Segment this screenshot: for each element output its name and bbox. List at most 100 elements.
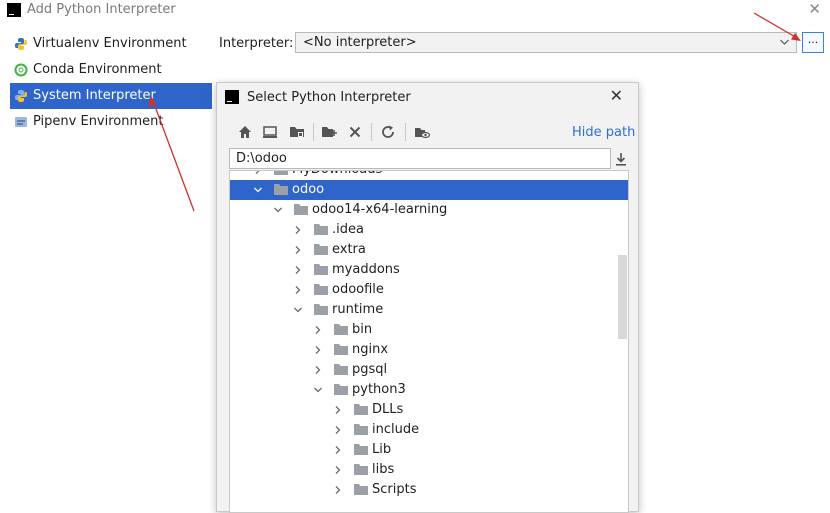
tree-row[interactable]: odoo14-x64-learning <box>230 200 628 220</box>
chevron-right-icon[interactable] <box>294 286 302 294</box>
file-tree[interactable]: MyDownloads odoo odoo14-x64-learning .idea e… <box>229 170 629 513</box>
dialog-title: Select Python Interpreter <box>247 90 411 105</box>
folder-icon <box>274 171 288 175</box>
chevron-right-icon[interactable] <box>334 486 342 494</box>
folder-icon <box>334 384 348 395</box>
chevron-down-icon[interactable] <box>274 206 282 214</box>
file-chooser-toolbar <box>237 121 627 145</box>
tree-row-label: MyDownloads <box>292 171 382 180</box>
env-item-label: Conda Environment <box>33 62 162 77</box>
chevron-right-icon[interactable] <box>254 170 262 174</box>
virtualenv-icon <box>15 38 27 50</box>
env-item-label: Virtualenv Environment <box>33 36 187 51</box>
env-item-conda[interactable]: Conda Environment <box>10 57 212 83</box>
tree-row[interactable]: pgsql <box>230 360 628 380</box>
chevron-down-icon <box>780 39 789 45</box>
folder-icon <box>314 264 328 275</box>
tree-row-label: odoofile <box>332 282 384 297</box>
browse-interpreter-button[interactable]: ... <box>802 32 824 53</box>
select-interpreter-dialog: Select Python Interpreter ✕ Hide path D:… <box>216 82 639 513</box>
new-folder-icon[interactable] <box>321 124 337 140</box>
folder-icon <box>314 304 328 315</box>
chevron-right-icon[interactable] <box>294 226 302 234</box>
folder-icon <box>314 244 328 255</box>
tree-row[interactable]: runtime <box>230 300 628 320</box>
toolbar-separator <box>371 123 372 141</box>
path-input[interactable]: D:\odoo <box>229 148 611 169</box>
folder-icon <box>294 204 308 215</box>
env-item-system-interpreter[interactable]: System Interpreter <box>10 83 212 109</box>
tree-row[interactable]: odoo <box>230 180 628 200</box>
chevron-right-icon[interactable] <box>294 246 302 254</box>
home-icon[interactable] <box>237 124 253 140</box>
toolbar-separator <box>313 123 314 141</box>
tree-row[interactable]: Lib <box>230 440 628 460</box>
tree-row-label: myaddons <box>332 262 400 277</box>
env-item-pipenv[interactable]: Pipenv Environment <box>10 109 212 135</box>
project-folder-icon[interactable] <box>289 124 305 140</box>
env-item-label: Pipenv Environment <box>33 114 164 129</box>
tree-row[interactable]: DLLs <box>230 400 628 420</box>
show-hidden-icon[interactable] <box>414 124 430 140</box>
refresh-icon[interactable] <box>380 124 396 140</box>
tree-row-label: Scripts <box>372 482 417 497</box>
interpreter-label: Interpreter: <box>219 36 294 51</box>
toolbar-separator <box>405 123 406 141</box>
chevron-right-icon[interactable] <box>334 446 342 454</box>
env-item-label: System Interpreter <box>33 88 156 103</box>
tree-row-label: .idea <box>332 222 364 237</box>
python-icon <box>15 90 27 102</box>
tree-row[interactable]: myaddons <box>230 260 628 280</box>
interpreter-row: Interpreter: <No interpreter> ... <box>212 30 830 90</box>
folder-icon <box>354 484 368 495</box>
tree-row-label: odoo14-x64-learning <box>312 202 448 217</box>
chevron-down-icon[interactable] <box>294 306 302 314</box>
tree-row[interactable]: MyDownloads <box>230 170 628 180</box>
tree-row-label: libs <box>372 462 395 477</box>
interpreter-dropdown[interactable]: <No interpreter> <box>295 32 797 53</box>
tree-row[interactable]: include <box>230 420 628 440</box>
chevron-right-icon[interactable] <box>334 406 342 414</box>
tree-row[interactable]: python3 <box>230 380 628 400</box>
tree-row-label: python3 <box>352 382 406 397</box>
folder-icon <box>354 464 368 475</box>
download-icon[interactable] <box>614 151 628 167</box>
chevron-right-icon[interactable] <box>334 426 342 434</box>
tree-row[interactable]: Scripts <box>230 480 628 500</box>
dialog-close-button[interactable]: ✕ <box>610 86 623 105</box>
tree-row[interactable]: nginx <box>230 340 628 360</box>
tree-row-label: pgsql <box>352 362 388 377</box>
tree-row-label: include <box>372 422 420 437</box>
chevron-right-icon[interactable] <box>314 346 322 354</box>
chevron-right-icon[interactable] <box>334 466 342 474</box>
tree-row-label: extra <box>332 242 366 257</box>
window-title: Add Python Interpreter <box>27 2 176 17</box>
pipenv-icon <box>15 117 27 127</box>
env-item-virtualenv[interactable]: Virtualenv Environment <box>10 31 212 57</box>
interpreter-value: <No interpreter> <box>303 35 417 50</box>
chevron-down-icon[interactable] <box>254 186 262 194</box>
chevron-right-icon[interactable] <box>314 326 322 334</box>
delete-icon[interactable] <box>347 124 363 140</box>
chevron-right-icon[interactable] <box>294 266 302 274</box>
tree-row[interactable]: .idea <box>230 220 628 240</box>
folder-icon <box>354 424 368 435</box>
folder-icon <box>334 364 348 375</box>
tree-row-label: Lib <box>372 442 392 457</box>
chevron-right-icon[interactable] <box>314 366 322 374</box>
tree-row-label: bin <box>352 322 373 337</box>
tree-row[interactable]: extra <box>230 240 628 260</box>
folder-icon <box>274 184 288 195</box>
tree-row[interactable]: bin <box>230 320 628 340</box>
window-close-button[interactable]: ✕ <box>808 0 821 18</box>
tree-row[interactable]: libs <box>230 460 628 480</box>
tree-row[interactable]: odoofile <box>230 280 628 300</box>
hide-path-link[interactable]: Hide path <box>572 125 635 140</box>
chevron-down-icon[interactable] <box>314 386 322 394</box>
folder-icon <box>354 404 368 415</box>
desktop-icon[interactable] <box>262 124 278 140</box>
tree-row-label: runtime <box>332 302 384 317</box>
conda-icon <box>14 63 28 77</box>
tree-row-label: odoo <box>292 182 325 197</box>
pycharm-logo-icon <box>225 90 239 104</box>
